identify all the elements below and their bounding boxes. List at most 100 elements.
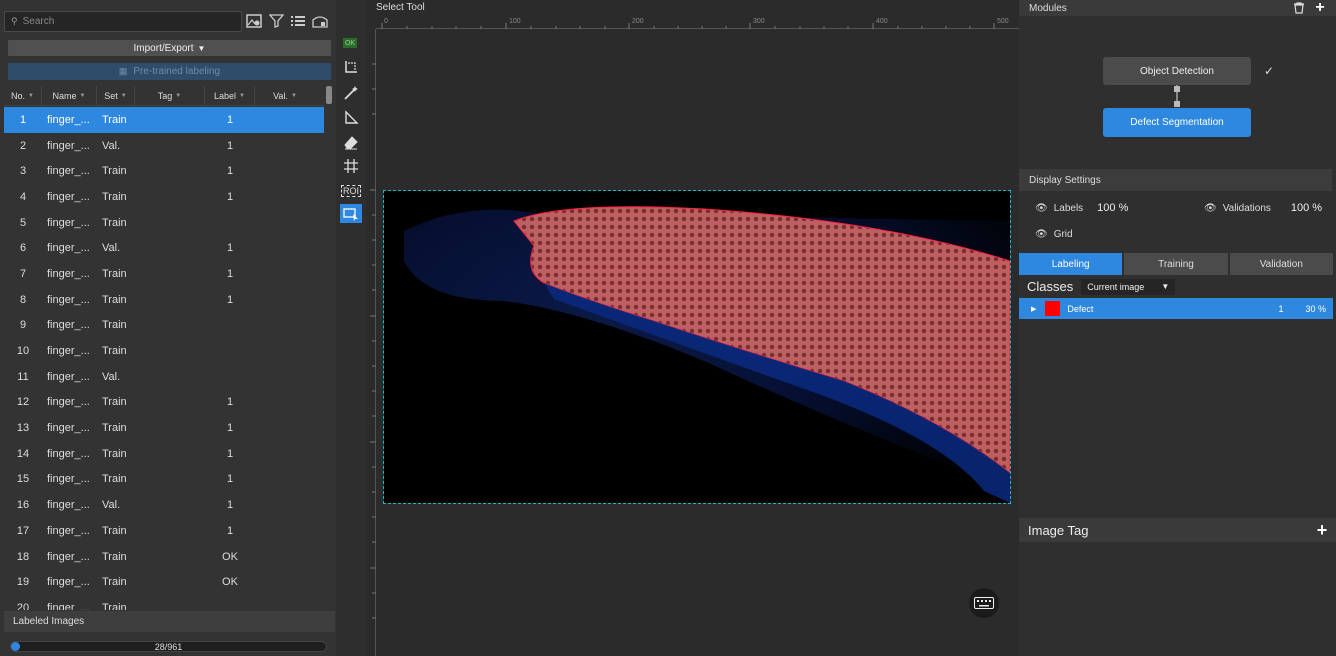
caret-down-icon: ▼ — [197, 43, 206, 53]
object-detection-module[interactable]: Object Detection — [1103, 57, 1251, 85]
grid-label: Grid — [1053, 229, 1073, 240]
pretrained-labeling-button[interactable]: ▦ Pre-trained labeling — [8, 63, 331, 80]
cell-set: Train — [102, 165, 127, 178]
cell-label: 1 — [226, 293, 234, 306]
display-settings-header: Display Settings — [1019, 169, 1332, 191]
cell-set: Train — [102, 319, 127, 332]
image-tag-title: Image Tag — [1028, 522, 1089, 538]
col-name[interactable]: Name ▼ — [42, 86, 97, 105]
polygon-tool-icon[interactable] — [340, 108, 362, 127]
cell-name: finger_... — [47, 190, 90, 203]
trash-icon[interactable] — [1292, 0, 1306, 15]
table-row[interactable]: 12 finger_... Train 1 — [4, 390, 324, 416]
modules-header: Modules — [1019, 0, 1336, 16]
add-image-tag-icon[interactable]: + — [1313, 519, 1331, 541]
tab-validation[interactable]: Validation — [1229, 253, 1333, 275]
col-val[interactable]: Val. ▼ — [255, 86, 315, 105]
table-row[interactable]: 4 finger_... Train 1 — [4, 184, 324, 210]
roi-tool-icon[interactable]: ROI — [340, 181, 362, 200]
cell-name: finger_... — [47, 165, 90, 178]
table-row[interactable]: 2 finger_... Val. 1 — [4, 133, 324, 159]
expand-arrow-icon[interactable]: ▶ — [1031, 305, 1036, 313]
select-tool-icon[interactable] — [340, 204, 362, 223]
cell-label: 1 — [226, 447, 234, 460]
cell-set: Val. — [102, 139, 121, 152]
col-label[interactable]: Label ▼ — [205, 86, 255, 105]
import-export-button[interactable]: Import/Export ▼ — [8, 40, 331, 56]
image-settings-icon[interactable] — [245, 12, 263, 30]
keyboard-icon[interactable] — [969, 588, 999, 618]
table-row[interactable]: 3 finger_... Train 1 — [4, 158, 324, 184]
search-input[interactable] — [22, 16, 223, 27]
cell-name: finger_... — [47, 576, 90, 589]
grid-tool-icon[interactable] — [340, 156, 362, 175]
camera-icon[interactable] — [311, 12, 329, 30]
table-row[interactable]: 17 finger_... Train 1 — [4, 518, 324, 544]
roi-label: ROI — [340, 184, 361, 197]
table-row[interactable]: 9 finger_... Train — [4, 313, 324, 339]
validations-label: Validations — [1222, 202, 1271, 214]
cell-set: Train — [102, 550, 127, 563]
validations-visibility[interactable]: 👁 Validations 100 % — [1204, 202, 1322, 214]
col-set[interactable]: Set ▼ — [97, 86, 135, 105]
eye-icon: 👁 — [1204, 202, 1217, 214]
cell-name: finger_... — [47, 267, 90, 280]
table-row[interactable]: 11 finger_... Val. — [4, 364, 324, 390]
cell-no: 3 — [19, 165, 27, 178]
labels-visibility[interactable]: 👁 Labels 100 % — [1035, 202, 1128, 214]
image-canvas[interactable] — [383, 190, 1011, 504]
table-row[interactable]: 15 finger_... Train 1 — [4, 467, 324, 493]
tab-labeling[interactable]: Labeling — [1019, 253, 1123, 275]
image-tag-header: Image Tag — [1019, 518, 1336, 542]
eraser-icon[interactable] — [340, 132, 362, 151]
class-row-defect[interactable]: ▶ Defect 1 30 % — [1019, 298, 1333, 319]
table-row[interactable]: 8 finger_... Train 1 — [4, 287, 324, 313]
classes-filter-select[interactable]: Current image ▼ — [1081, 278, 1176, 295]
magic-wand-icon[interactable] — [340, 83, 362, 102]
table-row[interactable]: 14 finger_... Train 1 — [4, 441, 324, 467]
ruler-vertical — [366, 29, 376, 656]
defect-segmentation-label: Defect Segmentation — [1130, 117, 1224, 128]
cell-name: finger_... — [47, 293, 90, 306]
import-export-label: Import/Export — [133, 42, 194, 54]
table-row[interactable]: 1 finger_... Train 1 — [4, 107, 324, 133]
defect-segmentation-module[interactable]: Defect Segmentation — [1103, 108, 1251, 137]
cell-set: Train — [102, 422, 127, 435]
pretrained-label: Pre-trained labeling — [133, 66, 221, 77]
table-row[interactable]: 20 finger_... Train — [4, 595, 324, 610]
list-scrollbar[interactable] — [326, 86, 332, 104]
cell-label: 1 — [226, 242, 234, 255]
table-row[interactable]: 13 finger_... Train 1 — [4, 415, 324, 441]
table-row[interactable]: 19 finger_... Train OK — [4, 569, 324, 595]
cell-no: 2 — [19, 139, 27, 152]
cell-set: Train — [102, 345, 127, 358]
table-row[interactable]: 6 finger_... Val. 1 — [4, 235, 324, 261]
labels-opacity[interactable]: 100 % — [1097, 202, 1128, 214]
cell-no: 14 — [16, 447, 30, 460]
table-row[interactable]: 10 finger_... Train — [4, 338, 324, 364]
cell-set: Train — [102, 113, 127, 126]
cell-set: Train — [102, 293, 127, 306]
crop-tool-icon[interactable] — [340, 58, 362, 77]
ok-badge[interactable]: OK — [343, 38, 357, 48]
cell-name: finger_... — [47, 524, 90, 537]
validations-opacity[interactable]: 100 % — [1291, 202, 1322, 214]
col-no[interactable]: No. ▼ — [4, 86, 42, 105]
list-view-icon[interactable] — [289, 12, 307, 30]
table-row[interactable]: 7 finger_... Train 1 — [4, 261, 324, 287]
table-row[interactable]: 16 finger_... Val. 1 — [4, 492, 324, 518]
table-row[interactable]: 18 finger_... Train OK — [4, 544, 324, 570]
cell-name: finger_... — [47, 113, 90, 126]
cell-label: 1 — [226, 473, 234, 486]
col-tag[interactable]: Tag ▼ — [135, 86, 205, 105]
table-row[interactable]: 5 finger_... Train — [4, 210, 324, 236]
add-module-icon[interactable]: + — [1312, 0, 1328, 16]
cell-label: 1 — [226, 139, 234, 152]
cell-name: finger_... — [47, 319, 90, 332]
grid-visibility[interactable]: 👁 Grid — [1035, 229, 1073, 240]
search-icon: ⚲ — [11, 16, 18, 26]
filter-icon[interactable] — [268, 12, 286, 30]
tab-training[interactable]: Training — [1124, 253, 1228, 275]
search-box[interactable]: ⚲ — [4, 11, 242, 32]
class-color-swatch[interactable] — [1045, 301, 1061, 316]
